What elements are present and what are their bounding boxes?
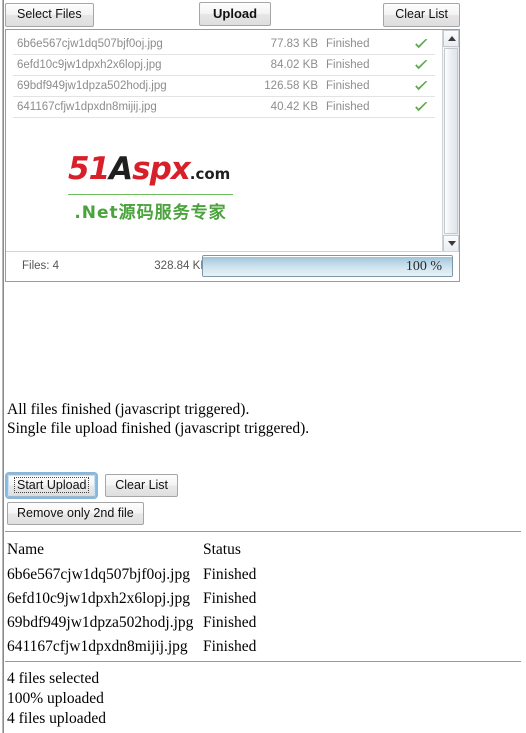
column-header-status: Status bbox=[203, 541, 241, 558]
start-upload-label: Start Upload bbox=[14, 477, 90, 493]
clear-list-button-bottom[interactable]: Clear List bbox=[105, 474, 179, 497]
table-cell-name: 6efd10c9jw1dpxh2x6lopj.jpg bbox=[7, 590, 190, 607]
table-cell-status: Finished bbox=[203, 614, 257, 631]
scroll-up-button[interactable] bbox=[443, 30, 459, 47]
upload-button[interactable]: Upload bbox=[199, 2, 272, 26]
queue-file-status: Finished bbox=[326, 80, 370, 92]
summary-divider bbox=[5, 661, 521, 662]
overall-progress-bar: 100 % bbox=[202, 255, 453, 277]
table-cell-name: 6b6e567cjw1dq507bjf0oj.jpg bbox=[7, 566, 190, 583]
table-row: 641167cfjw1dpxdn8mijij.jpg Finished bbox=[7, 635, 323, 659]
scroll-down-button[interactable] bbox=[443, 235, 459, 252]
uploader-widget: 6b6e567cjw1dq507bjf0oj.jpg 77.83 KB Finish… bbox=[5, 29, 460, 282]
uploaded-files-table: Name Status 6b6e567cjw1dq507bjf0oj.jpg Fi… bbox=[7, 541, 323, 659]
queue-file-name: 6efd10c9jw1dpxh2x6lopj.jpg bbox=[17, 59, 162, 71]
clear-list-button-top[interactable]: Clear List bbox=[383, 3, 460, 27]
green-check-icon bbox=[413, 99, 430, 116]
green-check-icon bbox=[413, 57, 430, 74]
queue-file-size: 126.58 KB bbox=[264, 80, 318, 92]
table-cell-status: Finished bbox=[203, 638, 257, 655]
action-buttons: Start Upload Clear List Remove only 2nd … bbox=[4, 472, 183, 525]
column-header-name: Name bbox=[7, 541, 45, 558]
action-row-2: Remove only 2nd file bbox=[7, 502, 183, 525]
summary-percent-uploaded: 100% uploaded bbox=[7, 690, 104, 707]
upload-queue-list: 6b6e567cjw1dq507bjf0oj.jpg 77.83 KB Finish… bbox=[6, 30, 442, 252]
table-cell-name: 69bdf949jw1dpza502hodj.jpg bbox=[7, 614, 194, 631]
table-divider bbox=[5, 531, 521, 532]
queue-file-name: 69bdf949jw1dpza502hodj.jpg bbox=[17, 80, 167, 92]
message-all-files-finished: All files finished (javascript triggered… bbox=[7, 401, 250, 418]
queue-file-name: 6b6e567cjw1dq507bjf0oj.jpg bbox=[17, 38, 163, 50]
queue-file-size: 84.02 KB bbox=[270, 59, 318, 71]
table-header-row: Name Status bbox=[7, 541, 323, 563]
summary-files-uploaded: 4 files uploaded bbox=[7, 710, 107, 727]
green-check-icon bbox=[413, 36, 430, 53]
status-messages: All files finished (javascript triggered… bbox=[7, 400, 467, 438]
queue-file-size: 40.42 KB bbox=[270, 101, 318, 113]
triangle-down-icon bbox=[448, 241, 456, 246]
queue-file-status: Finished bbox=[326, 101, 370, 113]
message-single-file-finished: Single file upload finished (javascript … bbox=[7, 420, 310, 437]
queue-row[interactable]: 6b6e567cjw1dq507bjf0oj.jpg 77.83 KB Finish… bbox=[13, 34, 435, 55]
table-cell-name: 641167cfjw1dpxdn8mijij.jpg bbox=[7, 638, 188, 655]
queue-row[interactable]: 69bdf949jw1dpza502hodj.jpg 126.58 KB Finis… bbox=[13, 76, 435, 97]
queue-file-status: Finished bbox=[326, 59, 370, 71]
progress-percent-label: 100 % bbox=[405, 259, 442, 274]
select-files-button[interactable]: Select Files bbox=[5, 3, 94, 27]
action-row-1: Start Upload Clear List bbox=[4, 472, 183, 499]
uploader-toolbar: Select Files Upload Clear List bbox=[5, 0, 460, 28]
page-root: Select Files Upload Clear List 6b6e567cj… bbox=[0, 0, 526, 733]
table-cell-status: Finished bbox=[203, 590, 257, 607]
total-size-label: 328.84 KB bbox=[154, 260, 208, 272]
summary-files-selected: 4 files selected bbox=[7, 670, 100, 687]
start-upload-button[interactable]: Start Upload bbox=[4, 472, 99, 499]
queue-file-size: 77.83 KB bbox=[270, 38, 318, 50]
page-left-rule bbox=[2, 0, 4, 733]
table-row: 69bdf949jw1dpza502hodj.jpg Finished bbox=[7, 611, 323, 635]
table-row: 6efd10c9jw1dpxh2x6lopj.jpg Finished bbox=[7, 587, 323, 611]
table-row: 6b6e567cjw1dq507bjf0oj.jpg Finished bbox=[7, 563, 323, 587]
table-cell-status: Finished bbox=[203, 566, 257, 583]
remove-second-file-button[interactable]: Remove only 2nd file bbox=[7, 502, 144, 525]
table-body: 6b6e567cjw1dq507bjf0oj.jpg Finished 6efd10… bbox=[7, 563, 323, 659]
queue-row[interactable]: 641167cfjw1dpxdn8mijij.jpg 40.42 KB Finish… bbox=[13, 97, 435, 118]
queue-scrollbar[interactable] bbox=[442, 30, 459, 252]
total-files-label: Files: 4 bbox=[22, 260, 60, 272]
upload-queue-viewport: 6b6e567cjw1dq507bjf0oj.jpg 77.83 KB Finish… bbox=[6, 30, 459, 252]
queue-row[interactable]: 6efd10c9jw1dpxh2x6lopj.jpg 84.02 KB Finish… bbox=[13, 55, 435, 76]
upload-summary: 4 files selected 100% uploaded 4 files u… bbox=[7, 669, 106, 729]
queue-file-status: Finished bbox=[326, 38, 370, 50]
queue-totals-bar: Files: 4 328.84 KB 100 % bbox=[6, 251, 459, 281]
triangle-up-icon bbox=[448, 36, 456, 41]
scrollbar-thumb[interactable] bbox=[444, 48, 458, 234]
green-check-icon bbox=[413, 78, 430, 95]
queue-file-name: 641167cfjw1dpxdn8mijij.jpg bbox=[17, 101, 157, 113]
